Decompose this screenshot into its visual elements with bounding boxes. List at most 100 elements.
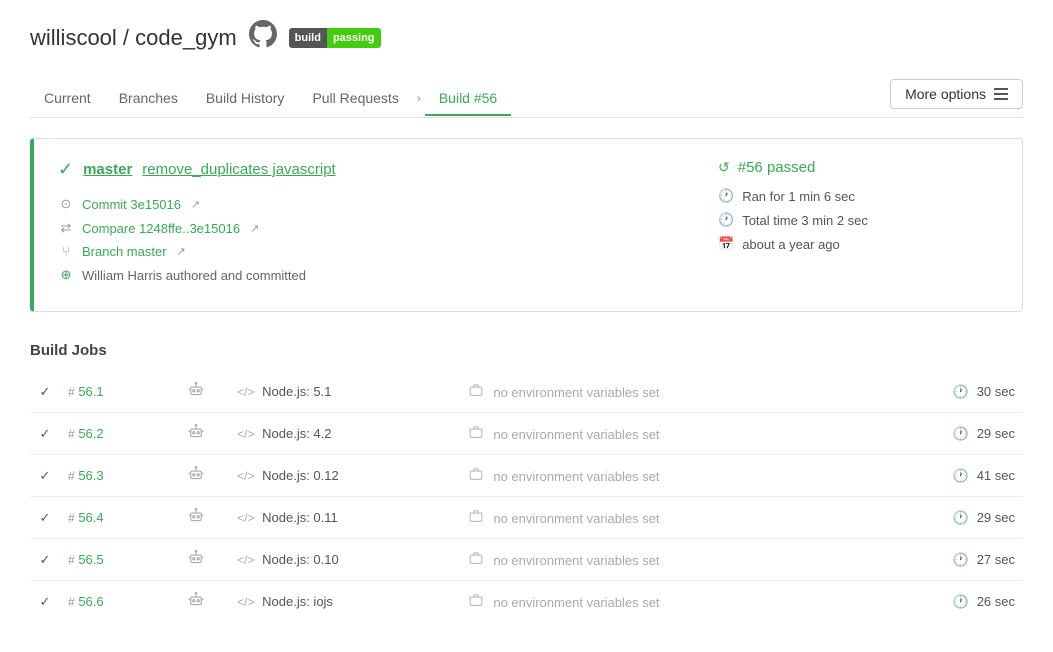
hash-icon: #: [68, 553, 75, 567]
build-title-row: ✓ master remove_duplicates javascript: [58, 159, 678, 180]
job-check-icon: ✓: [30, 413, 60, 455]
clock-icon-ran: 🕐: [718, 188, 734, 204]
env-icon: [469, 426, 487, 442]
hash-icon: #: [68, 595, 75, 609]
more-options-button[interactable]: More options: [890, 79, 1023, 109]
hash-icon: #: [68, 469, 75, 483]
job-node: Node.js: iojs: [262, 594, 333, 609]
nav-bar: Current Branches Build History Pull Requ…: [30, 79, 1023, 118]
job-node: Node.js: 0.11: [262, 510, 338, 525]
more-options-label: More options: [905, 86, 986, 102]
tab-current[interactable]: Current: [30, 82, 105, 116]
robot-icon: [162, 497, 229, 539]
hash-icon: #: [68, 427, 75, 441]
timestamp-row: 📅 about a year ago: [718, 236, 998, 252]
time-icon: 🕐: [953, 426, 969, 441]
job-id-link[interactable]: 56.6: [78, 594, 103, 609]
compare-icon: ⇄: [58, 220, 74, 236]
job-check-icon: ✓: [30, 539, 60, 581]
commit-message[interactable]: remove_duplicates javascript: [142, 161, 335, 178]
job-env-cell: no environment variables set: [461, 539, 868, 581]
job-node-cell: </> Node.js: 4.2: [229, 413, 461, 455]
tab-pull-requests[interactable]: Pull Requests: [298, 82, 412, 116]
nav-separator: ›: [417, 91, 421, 105]
code-icon: </>: [237, 511, 254, 525]
job-node: Node.js: 4.2: [262, 426, 331, 441]
commit-hash-ext-icon: ↗: [191, 198, 200, 211]
calendar-icon: 📅: [718, 236, 734, 252]
job-duration: 29 sec: [977, 426, 1015, 441]
branch-icon: ⑂: [58, 244, 74, 259]
job-hash-cell: # 56.5: [60, 539, 162, 581]
job-time-cell: 🕐 26 sec: [869, 581, 1023, 623]
build-right: ↺ #56 passed 🕐 Ran for 1 min 6 sec 🕐 Tot…: [718, 159, 998, 291]
job-hash-cell: # 56.3: [60, 455, 162, 497]
code-icon: </>: [237, 385, 254, 399]
time-icon: 🕐: [953, 510, 969, 525]
job-check-icon: ✓: [30, 581, 60, 623]
job-env-text: no environment variables set: [493, 553, 659, 568]
ran-for-row: 🕐 Ran for 1 min 6 sec: [718, 188, 998, 204]
hash-icon: #: [68, 511, 75, 525]
build-left: ✓ master remove_duplicates javascript ⊙ …: [58, 159, 678, 291]
job-node: Node.js: 0.12: [262, 468, 339, 483]
job-id-link[interactable]: 56.3: [78, 468, 103, 483]
job-node-cell: </> Node.js: 0.10: [229, 539, 461, 581]
branch-row: ⑂ Branch master ↗: [58, 244, 678, 259]
compare-ext-icon: ↗: [250, 222, 259, 235]
author-icon: ⊕: [58, 267, 74, 283]
branch-ext-icon: ↗: [177, 245, 186, 258]
total-time-text: Total time 3 min 2 sec: [742, 213, 868, 228]
job-time-cell: 🕐 41 sec: [869, 455, 1023, 497]
job-duration: 29 sec: [977, 510, 1015, 525]
job-env-cell: no environment variables set: [461, 497, 868, 539]
build-jobs-section: Build Jobs ✓ # 56.1 <: [30, 342, 1023, 622]
time-icon: 🕐: [953, 594, 969, 609]
job-time-cell: 🕐 30 sec: [869, 371, 1023, 413]
branch-name[interactable]: master: [83, 161, 132, 178]
job-check-icon: ✓: [30, 497, 60, 539]
job-node-cell: </> Node.js: 0.11: [229, 497, 461, 539]
branch-link[interactable]: Branch master: [82, 244, 167, 259]
table-row: ✓ # 56.4 </> Node.js: 0.11: [30, 497, 1023, 539]
job-node-cell: </> Node.js: 5.1: [229, 371, 461, 413]
job-duration: 30 sec: [977, 384, 1015, 399]
repo-name: code_gym: [135, 25, 237, 50]
job-time-cell: 🕐 29 sec: [869, 413, 1023, 455]
job-hash-cell: # 56.4: [60, 497, 162, 539]
clock-icon-total: 🕐: [718, 212, 734, 228]
job-hash-cell: # 56.2: [60, 413, 162, 455]
commit-hash-link[interactable]: Commit 3e15016: [82, 197, 181, 212]
job-time-cell: 🕐 29 sec: [869, 497, 1023, 539]
build-panel: ✓ master remove_duplicates javascript ⊙ …: [30, 138, 1023, 312]
job-env-cell: no environment variables set: [461, 455, 868, 497]
tab-build-56[interactable]: Build #56: [425, 82, 511, 116]
build-badge: build passing: [289, 28, 381, 48]
job-duration: 41 sec: [977, 468, 1015, 483]
job-id-link[interactable]: 56.1: [78, 384, 103, 399]
env-icon: [469, 384, 487, 400]
compare-link[interactable]: Compare 1248ffe..3e15016: [82, 221, 240, 236]
job-time-cell: 🕐 27 sec: [869, 539, 1023, 581]
job-id-link[interactable]: 56.4: [78, 510, 103, 525]
job-node: Node.js: 5.1: [262, 384, 331, 399]
commit-hash-row: ⊙ Commit 3e15016 ↗: [58, 196, 678, 212]
robot-icon: [162, 371, 229, 413]
tab-build-history[interactable]: Build History: [192, 82, 299, 116]
job-env-text: no environment variables set: [493, 595, 659, 610]
robot-icon: [162, 455, 229, 497]
timestamp-text: about a year ago: [742, 237, 840, 252]
job-env-text: no environment variables set: [493, 385, 659, 400]
code-icon: </>: [237, 469, 254, 483]
job-env-text: no environment variables set: [493, 511, 659, 526]
passed-label: passed: [767, 159, 815, 176]
job-env-cell: no environment variables set: [461, 413, 868, 455]
job-node-cell: </> Node.js: 0.12: [229, 455, 461, 497]
job-id-link[interactable]: 56.5: [78, 552, 103, 567]
robot-icon: [162, 539, 229, 581]
job-id-link[interactable]: 56.2: [78, 426, 103, 441]
tab-branches[interactable]: Branches: [105, 82, 192, 116]
table-row: ✓ # 56.6 </> Node.js: iojs: [30, 581, 1023, 623]
build-status-row: ↺ #56 passed: [718, 159, 998, 176]
job-node: Node.js: 0.10: [262, 552, 339, 567]
